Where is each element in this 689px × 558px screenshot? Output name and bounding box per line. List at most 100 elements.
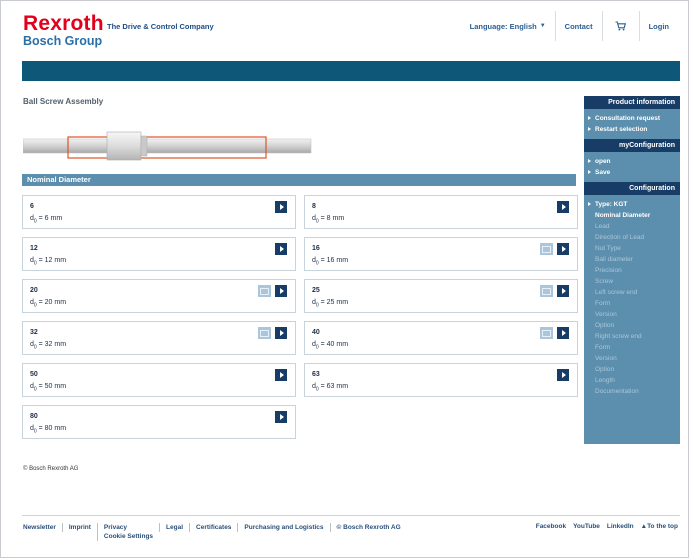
sidebar-item-consultation-request[interactable]: Consultation request bbox=[584, 113, 680, 124]
select-arrow-button[interactable] bbox=[557, 369, 569, 381]
option-value: 80 bbox=[30, 413, 38, 420]
option-description: d0 = 63 mm bbox=[312, 383, 349, 393]
config-step-right-option: Option bbox=[595, 366, 615, 373]
config-step-right-version: Version bbox=[595, 355, 617, 362]
youtube-link[interactable]: YouTube bbox=[566, 523, 600, 530]
select-arrow-button[interactable] bbox=[275, 285, 287, 297]
config-step-right-screw-end: Right screw end bbox=[595, 333, 642, 340]
config-step-left-screw-end: Left screw end bbox=[595, 289, 638, 296]
option-description: d0 = 12 mm bbox=[30, 257, 67, 267]
contact-link[interactable]: Contact bbox=[554, 11, 602, 41]
sidebar-heading-myconfiguration: myConfiguration bbox=[584, 139, 680, 152]
copyright: © Bosch Rexroth AG bbox=[23, 466, 79, 472]
facebook-link[interactable]: Facebook bbox=[529, 523, 566, 530]
config-step-ball-diameter: Ball diameter bbox=[595, 256, 633, 263]
diameter-option-8[interactable]: 8 d0 = 8 mm bbox=[304, 195, 578, 229]
footer-links: Newsletter Imprint Privacy Cookie Settin… bbox=[23, 523, 407, 541]
option-description: d0 = 8 mm bbox=[312, 215, 345, 225]
header-banner bbox=[22, 61, 680, 81]
cart-button[interactable] bbox=[601, 11, 639, 41]
config-step-left-form: Form bbox=[595, 300, 611, 307]
diameter-option-12[interactable]: 12 d0 = 12 mm bbox=[22, 237, 296, 271]
select-arrow-button[interactable] bbox=[557, 243, 569, 255]
footer-link-cookie-settings[interactable]: Cookie Settings bbox=[104, 532, 153, 541]
configure-icon[interactable] bbox=[540, 243, 553, 255]
footer-link-imprint[interactable]: Imprint bbox=[61, 523, 97, 532]
chevron-down-icon: ▼ bbox=[539, 23, 546, 29]
cart-icon bbox=[612, 21, 630, 31]
configure-icon[interactable] bbox=[540, 285, 553, 297]
option-value: 6 bbox=[30, 203, 34, 210]
select-arrow-button[interactable] bbox=[275, 369, 287, 381]
sidebar-heading-product-information: Product information bbox=[584, 96, 680, 109]
config-step-direction-of-lead: Direction of Lead bbox=[595, 234, 645, 241]
select-arrow-button[interactable] bbox=[275, 201, 287, 213]
configure-icon[interactable] bbox=[540, 327, 553, 339]
config-step-type[interactable]: Type: KGT bbox=[584, 199, 680, 210]
diameter-option-20[interactable]: 20 d0 = 20 mm bbox=[22, 279, 296, 313]
option-value: 40 bbox=[312, 329, 320, 336]
login-link[interactable]: Login bbox=[638, 11, 678, 41]
select-arrow-button[interactable] bbox=[557, 327, 569, 339]
footer-link-certificates[interactable]: Certificates bbox=[189, 523, 237, 532]
config-step-length: Length bbox=[595, 377, 615, 384]
option-value: 63 bbox=[312, 371, 320, 378]
option-value: 12 bbox=[30, 245, 38, 252]
footer-social: Facebook YouTube LinkedIn ▲To the top bbox=[529, 523, 678, 530]
diameter-option-32[interactable]: 32 d0 = 32 mm bbox=[22, 321, 296, 355]
diameter-option-25[interactable]: 25 d0 = 25 mm bbox=[304, 279, 578, 313]
sidebar-item-open[interactable]: open bbox=[584, 156, 680, 167]
sidebar-item-restart-selection[interactable]: Restart selection bbox=[584, 124, 680, 135]
select-arrow-button[interactable] bbox=[275, 327, 287, 339]
footer-link-privacy-group: Privacy Cookie Settings bbox=[96, 523, 159, 541]
to-the-top-link[interactable]: ▲To the top bbox=[634, 523, 678, 530]
option-value: 50 bbox=[30, 371, 38, 378]
diameter-option-40[interactable]: 40 d0 = 40 mm bbox=[304, 321, 578, 355]
diameter-option-63[interactable]: 63 d0 = 63 mm bbox=[304, 363, 578, 397]
footer-copyright: © Bosch Rexroth AG bbox=[329, 523, 407, 532]
config-step-nut-type: Nut Type bbox=[595, 245, 621, 252]
logo[interactable]: Rexroth Bosch Group bbox=[23, 13, 104, 48]
logo-main: Rexroth bbox=[23, 12, 104, 35]
ball-screw-illustration bbox=[22, 131, 313, 161]
sidebar-heading-configuration: Configuration bbox=[584, 182, 680, 195]
option-description: d0 = 6 mm bbox=[30, 215, 63, 225]
linkedin-link[interactable]: LinkedIn bbox=[600, 523, 634, 530]
footer-link-legal[interactable]: Legal bbox=[159, 523, 189, 532]
language-selector[interactable]: Language: English ▼ bbox=[461, 11, 555, 41]
option-value: 20 bbox=[30, 287, 38, 294]
select-arrow-button[interactable] bbox=[557, 285, 569, 297]
option-value: 16 bbox=[312, 245, 320, 252]
diameter-option-80[interactable]: 80 d0 = 80 mm bbox=[22, 405, 296, 439]
sidebar-item-save[interactable]: Save bbox=[584, 167, 680, 178]
option-description: d0 = 20 mm bbox=[30, 299, 67, 309]
language-label: Language: English bbox=[469, 21, 537, 31]
configure-icon[interactable] bbox=[258, 285, 271, 297]
option-value: 25 bbox=[312, 287, 320, 294]
footer-link-purchasing[interactable]: Purchasing and Logistics bbox=[237, 523, 329, 532]
diameter-option-50[interactable]: 50 d0 = 50 mm bbox=[22, 363, 296, 397]
configure-icon[interactable] bbox=[258, 327, 271, 339]
option-description: d0 = 16 mm bbox=[312, 257, 349, 267]
option-description: d0 = 32 mm bbox=[30, 341, 67, 351]
config-step-precision: Precision bbox=[595, 267, 622, 274]
option-value: 32 bbox=[30, 329, 38, 336]
config-step-nominal-diameter[interactable]: Nominal Diameter bbox=[584, 210, 680, 221]
option-description: d0 = 50 mm bbox=[30, 383, 67, 393]
diameter-option-16[interactable]: 16 d0 = 16 mm bbox=[304, 237, 578, 271]
diameter-option-6[interactable]: 6 d0 = 6 mm bbox=[22, 195, 296, 229]
page-title: Ball Screw Assembly bbox=[23, 97, 104, 106]
select-arrow-button[interactable] bbox=[275, 411, 287, 423]
config-step-right-form: Form bbox=[595, 344, 611, 351]
config-step-left-version: Version bbox=[595, 311, 617, 318]
logo-sub: Bosch Group bbox=[23, 34, 103, 48]
footer-link-newsletter[interactable]: Newsletter bbox=[23, 523, 62, 532]
option-description: d0 = 40 mm bbox=[312, 341, 349, 351]
select-arrow-button[interactable] bbox=[275, 243, 287, 255]
page-frame: Rexroth Bosch Group The Drive & Control … bbox=[0, 0, 689, 558]
top-navigation: Language: English ▼ Contact Login bbox=[461, 11, 678, 41]
footer-link-privacy[interactable]: Privacy bbox=[104, 523, 153, 532]
select-arrow-button[interactable] bbox=[557, 201, 569, 213]
footer-divider bbox=[22, 515, 680, 516]
tagline: The Drive & Control Company bbox=[107, 22, 214, 31]
